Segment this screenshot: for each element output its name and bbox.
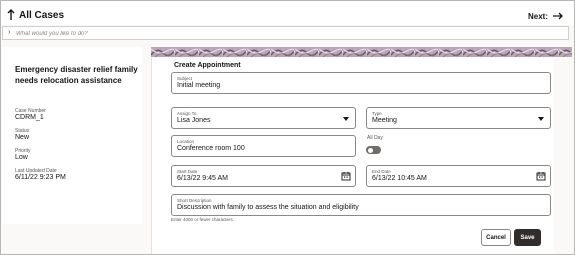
dropdown-caret-icon (343, 117, 349, 121)
priority-value: Low (15, 154, 28, 161)
short-description-value: Discussion with family to assess the sit… (177, 204, 359, 211)
ask-bar: › (2, 26, 569, 40)
chevron-right-icon: › (8, 29, 11, 36)
up-arrow-icon[interactable] (7, 9, 15, 21)
start-date-value: 6/13/22 9:45 AM (177, 175, 228, 182)
end-date-value: 6/13/22 10:45 AM (372, 175, 427, 182)
subject-field[interactable]: Subject Initial meeting (171, 72, 551, 94)
right-arrow-icon[interactable] (552, 12, 564, 20)
assign-to-label: Assign To (177, 111, 197, 116)
end-date-field[interactable]: End Date 6/13/22 10:45 AM (366, 165, 551, 187)
end-date-label: End Date (372, 169, 391, 174)
ask-input[interactable] (16, 28, 556, 39)
cancel-button[interactable]: Cancel (481, 229, 511, 246)
type-value: Meeting (372, 117, 397, 124)
start-date-label: Start Date (177, 169, 198, 174)
page-header: All Cases Next: (1, 1, 574, 25)
create-appointment-form: Create Appointment Subject Initial meeti… (151, 58, 554, 254)
decorative-banner (151, 47, 572, 57)
character-limit-hint: Enter 4000 or fewer characters. (171, 217, 235, 222)
all-day-toggle[interactable] (366, 146, 381, 154)
page-title: All Cases (19, 10, 65, 21)
type-label: Type (372, 111, 382, 116)
assign-to-select[interactable]: Assign To Lisa Jones (171, 107, 356, 129)
toggle-knob (368, 147, 373, 153)
save-button[interactable]: Save (514, 229, 541, 246)
calendar-icon[interactable] (536, 171, 546, 181)
subject-label: Subject (177, 76, 193, 81)
case-summary-panel: Emergency disaster relief family needs r… (2, 47, 142, 224)
short-description-field[interactable]: Short Description Discussion with family… (171, 194, 551, 216)
all-day-label: All Day (367, 135, 383, 141)
subject-value: Initial meeting (177, 82, 221, 89)
case-number-value: CDRM_1 (15, 114, 44, 121)
location-value: Conference room 100 (177, 145, 245, 152)
location-label: Location (177, 139, 195, 144)
last-updated-value: 6/11/22 9:23 PM (15, 174, 66, 181)
assign-to-value: Lisa Jones (177, 117, 211, 124)
start-date-field[interactable]: Start Date 6/13/22 9:45 AM (171, 165, 356, 187)
type-select[interactable]: Type Meeting (366, 107, 551, 129)
dropdown-caret-icon (538, 117, 544, 121)
next-link[interactable]: Next: (528, 12, 548, 21)
calendar-icon[interactable] (341, 171, 351, 181)
status-value: New (15, 134, 30, 141)
case-title: Emergency disaster relief family needs r… (15, 65, 138, 85)
location-field[interactable]: Location Conference room 100 (171, 135, 356, 157)
form-title: Create Appointment (174, 62, 241, 69)
short-description-label: Short Description (177, 198, 212, 203)
